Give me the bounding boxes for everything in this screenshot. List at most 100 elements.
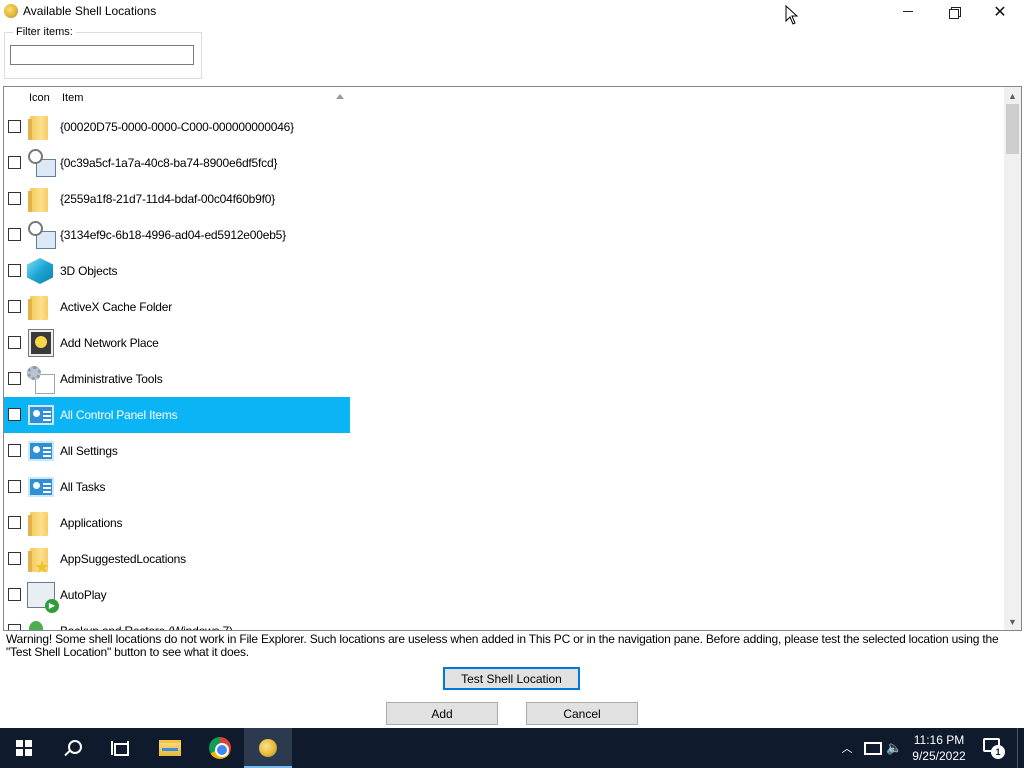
item-label: Add Network Place [60,336,159,350]
mouse-cursor-icon [785,5,799,25]
item-label: AppSuggestedLocations [60,552,186,566]
list-item[interactable]: {00020D75-0000-0000-C000-000000000046} [4,109,1004,145]
vertical-scrollbar[interactable]: ▲ ▼ [1004,87,1021,630]
add-button[interactable]: Add [386,702,498,725]
folder-icon [24,183,56,215]
restore-icon [949,6,961,19]
start-button[interactable] [0,728,48,768]
item-label: 3D Objects [60,264,118,278]
item-label: {0c39a5cf-1a7a-40c8-ba74-8900e6df5fcd} [60,156,278,170]
admin-tools-icon [24,363,56,395]
item-checkbox[interactable] [8,516,21,529]
show-hidden-icons-chevron-up-icon[interactable]: ︿ [840,740,854,755]
filter-label: Filter items: [13,26,76,38]
folder-icon [24,111,56,143]
minimize-icon [903,11,913,12]
windows-logo-icon [16,740,32,756]
item-label: {2559a1f8-21d7-11d4-bdaf-00c04f60b9f0} [60,192,276,206]
clock-time: 11:16 PM [913,733,965,747]
clock-window-icon [24,219,56,251]
item-label: All Settings [60,444,118,458]
column-header-item[interactable]: Item [62,92,83,104]
folder-icon [24,507,56,539]
list-item[interactable]: All Control Panel Items [4,397,1004,433]
item-checkbox[interactable] [8,552,21,565]
item-checkbox[interactable] [8,480,21,493]
list-rows: {00020D75-0000-0000-C000-000000000046} {0… [4,109,1004,631]
item-checkbox[interactable] [8,336,21,349]
item-label: ActiveX Cache Folder [60,300,173,314]
scroll-down-arrow-icon[interactable]: ▼ [1004,613,1021,630]
list-item[interactable]: Backup and Restore (Windows 7) [4,613,1004,631]
column-header-icon[interactable]: Icon [29,92,50,104]
item-label: {00020D75-0000-0000-C000-000000000046} [60,120,294,134]
close-button[interactable]: ✕ [977,0,1023,23]
item-checkbox[interactable] [8,408,21,421]
network-icon[interactable] [862,740,882,756]
item-checkbox[interactable] [8,156,21,169]
minimize-button[interactable] [885,0,931,23]
scroll-up-arrow-icon[interactable]: ▲ [1004,87,1021,104]
list-item[interactable]: ★ AppSuggestedLocations [4,541,1004,577]
autoplay-icon [24,579,59,613]
close-icon: ✕ [993,3,1007,21]
list-item[interactable]: ActiveX Cache Folder [4,289,1004,325]
cube-icon [24,255,56,287]
item-checkbox[interactable] [8,588,21,601]
item-checkbox[interactable] [8,624,21,630]
control-panel-icon [24,399,56,431]
item-label: All Tasks [60,480,106,494]
list-item[interactable]: {2559a1f8-21d7-11d4-bdaf-00c04f60b9f0} [4,181,1004,217]
test-shell-location-button[interactable]: Test Shell Location [443,667,580,690]
list-item[interactable]: {3134ef9c-6b18-4996-ad04-ed5912e00eb5} [4,217,1004,253]
list-item[interactable]: Add Network Place [4,325,1004,361]
filter-input[interactable] [10,45,194,65]
chrome-button[interactable] [196,728,244,768]
item-checkbox[interactable] [8,372,21,385]
item-checkbox[interactable] [8,444,21,457]
list-item[interactable]: All Settings [4,433,1004,469]
list-item[interactable]: AutoPlay [4,577,1004,613]
item-label: All Control Panel Items [60,408,178,422]
item-checkbox[interactable] [8,300,21,313]
cancel-button[interactable]: Cancel [526,702,638,725]
folder-icon [24,291,56,323]
item-label: {3134ef9c-6b18-4996-ad04-ed5912e00eb5} [60,228,286,242]
task-view-button[interactable] [96,728,144,768]
item-checkbox[interactable] [8,228,21,241]
network-place-icon [24,327,56,359]
search-icon [64,740,82,756]
task-view-icon [111,741,129,756]
item-label: Administrative Tools [60,372,163,386]
show-desktop-button[interactable] [1017,728,1024,768]
control-panel-icon [24,435,56,467]
restore-button[interactable] [931,0,977,23]
list-item[interactable]: All Tasks [4,469,1004,505]
list-header: Icon Item [4,87,1004,109]
file-explorer-button[interactable] [146,728,194,768]
item-label: Backup and Restore (Windows 7) [60,624,233,631]
item-checkbox[interactable] [8,192,21,205]
taskbar: ︿ 🔈 11:16 PM 9/25/2022 1 [0,728,1024,768]
item-label: Applications [60,516,123,530]
shell-locations-list[interactable]: Icon Item {00020D75-0000-0000-C000-00000… [3,86,1022,631]
warning-text: Warning! Some shell locations do not wor… [6,632,999,659]
scrollbar-thumb[interactable] [1006,104,1019,154]
search-button[interactable] [48,728,96,768]
taskbar-clock[interactable]: 11:16 PM 9/25/2022 [906,732,972,764]
volume-icon[interactable]: 🔈 [886,740,902,756]
window-title: Available Shell Locations [23,4,157,18]
list-item[interactable]: {0c39a5cf-1a7a-40c8-ba74-8900e6df5fcd} [4,145,1004,181]
winaero-tweaker-button[interactable] [244,728,292,768]
app-icon [4,4,18,18]
action-center-button[interactable]: 1 [983,738,1005,759]
file-explorer-icon [159,740,181,756]
backup-icon [24,615,56,630]
list-item[interactable]: 3D Objects [4,253,1004,289]
list-item[interactable]: Applications [4,505,1004,541]
list-item[interactable]: Administrative Tools [4,361,1004,397]
clock-date: 9/25/2022 [912,749,966,763]
folder-star-icon: ★ [24,543,56,577]
item-checkbox[interactable] [8,264,21,277]
item-checkbox[interactable] [8,120,21,133]
